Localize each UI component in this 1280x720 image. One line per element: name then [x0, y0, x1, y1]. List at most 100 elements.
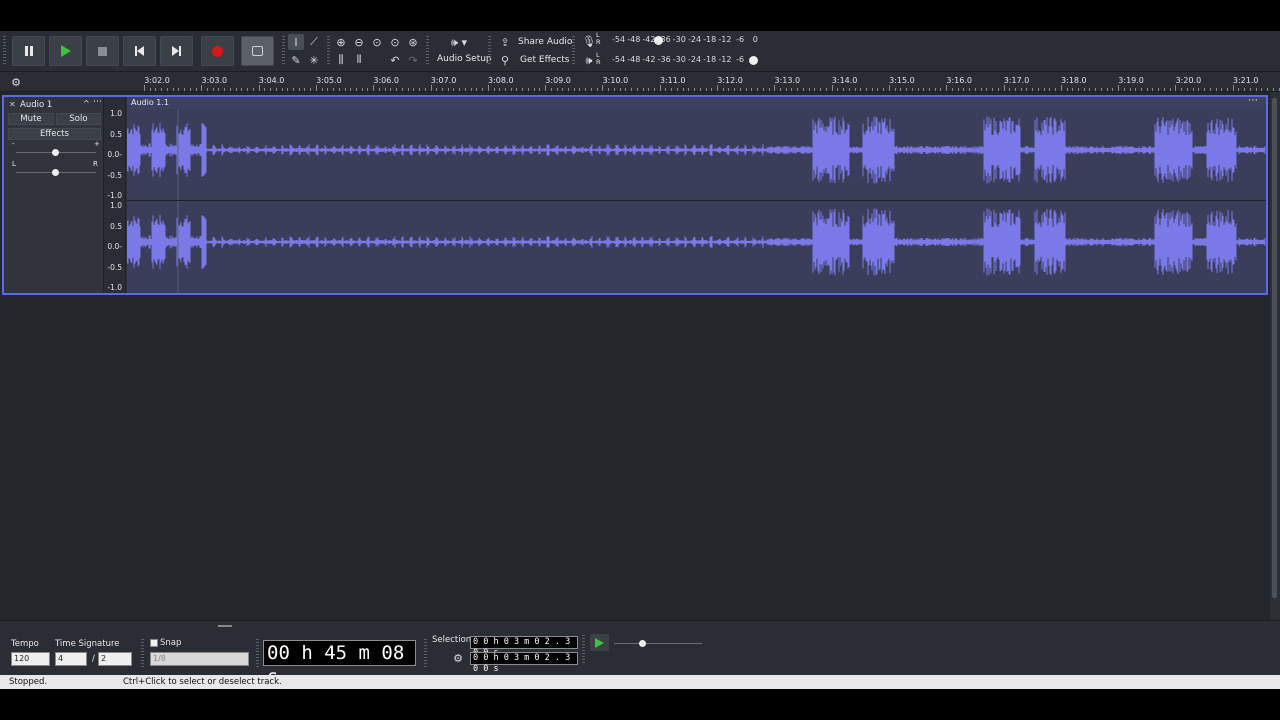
record-button[interactable] [201, 36, 234, 66]
ruler-tick-mark [659, 85, 661, 91]
fit-selection-icon[interactable]: ⊙ [369, 34, 385, 50]
gain-slider-thumb[interactable] [52, 149, 59, 156]
gain-minus-label: - [12, 140, 15, 148]
effects-button[interactable]: Effects [8, 128, 101, 140]
zoom-in-icon[interactable]: ⊕ [333, 34, 349, 50]
silence-audio-icon[interactable]: ⫴ [351, 52, 367, 68]
toolbar-grip[interactable] [488, 36, 491, 66]
ruler-tick-label: 3:04.0 [258, 76, 285, 85]
timeline-ruler[interactable]: ⚙ 3:02.0 3:03.0 3:04.0 3:05.0 3:06.0 3:07.0 3:… [0, 72, 1280, 92]
selection-tool-icon[interactable]: I [288, 34, 304, 50]
toolbar-grip[interactable] [572, 36, 575, 66]
toolbar-grip[interactable] [3, 36, 6, 66]
solo-button[interactable]: Solo [56, 113, 101, 125]
share-audio-icon: ⇪ [500, 35, 510, 49]
ruler-tick-mark [653, 88, 655, 91]
gain-slider[interactable] [16, 149, 96, 156]
get-effects-button[interactable]: Get Effects [520, 55, 570, 65]
recording-meter[interactable]: 🎙 LR -54 -48 -42 -36 -30 -24 -18 -12 -6 0 [581, 32, 761, 49]
recording-level-knob[interactable] [654, 36, 663, 45]
audio-setup-button[interactable]: Audio Setup [437, 54, 492, 64]
toolbar-grip[interactable] [327, 36, 330, 66]
ruler-tick-mark [1060, 85, 1062, 91]
scale-label: -1.0 [107, 283, 122, 292]
audio-setup-icon[interactable]: 🕪 ▾ [446, 35, 472, 51]
mute-button[interactable]: Mute [8, 113, 54, 125]
toolbar-grip[interactable] [141, 639, 144, 667]
undo-icon[interactable]: ↶ [387, 52, 403, 68]
track-name[interactable]: Audio 1 [20, 100, 52, 110]
share-audio-button[interactable]: Share Audio [518, 37, 572, 47]
ruler-tick-mark [1267, 88, 1269, 91]
skip-to-end-button[interactable] [160, 36, 193, 66]
selection-label: Selection [432, 635, 472, 645]
toolbar-grip[interactable] [282, 36, 285, 66]
ruler-tick-mark [619, 88, 621, 91]
ruler-tick-mark [1106, 88, 1108, 91]
play-at-speed-button[interactable] [590, 634, 609, 651]
tempo-input[interactable]: 120 [11, 652, 50, 666]
fit-project-icon[interactable]: ⊙ [387, 34, 403, 50]
time-signature-denominator[interactable]: 2 [98, 652, 132, 666]
playback-speed-thumb[interactable] [639, 640, 646, 647]
ruler-tick-mark [327, 88, 329, 91]
ruler-tick-mark [487, 85, 489, 91]
pan-slider[interactable] [16, 169, 96, 176]
snap-select[interactable]: 1/8 [150, 652, 249, 666]
waveform[interactable] [127, 97, 1266, 293]
multi-tool-icon[interactable]: ✳ [306, 52, 322, 68]
stop-button[interactable] [86, 36, 119, 66]
audio-track[interactable]: ✕ Audio 1 ^ ⋯ Mute Solo Effects - + L R … [2, 95, 1268, 295]
time-display[interactable]: 00 h 45 m 08 s [263, 640, 416, 688]
snap-checkbox[interactable] [150, 639, 158, 647]
pan-slider-thumb[interactable] [52, 169, 59, 176]
toolbar-grip[interactable] [256, 639, 259, 667]
time-signature-numerator[interactable]: 4 [55, 652, 87, 666]
amplitude-scale[interactable]: 1.0 0.5 0.0- -0.5 -1.0 1.0 0.5 0.0- -0.5… [104, 97, 126, 293]
redo-icon[interactable]: ↷ [405, 52, 421, 68]
snap-label: Snap [160, 638, 182, 648]
collapse-icon[interactable]: ^ [83, 99, 90, 108]
audio-clip[interactable]: Audio 1.1 ⋯ [127, 95, 1266, 293]
status-state: Stopped. [9, 677, 48, 687]
ruler-tick-mark [384, 88, 386, 91]
ruler-tick-mark [510, 88, 512, 91]
playback-speed-slider[interactable] [614, 640, 702, 647]
ruler-tick-mark [1204, 88, 1206, 91]
playback-meter[interactable]: 🕪 LR -54 -48 -42 -36 -30 -24 -18 -12 -6 [581, 52, 761, 69]
track-control-panel[interactable]: ✕ Audio 1 ^ ⋯ Mute Solo Effects - + L R [4, 97, 104, 293]
selection-start-field[interactable]: 0 0 h 0 3 m 0 2 . 3 0 0 s [470, 636, 578, 658]
trim-audio-icon[interactable]: ⫼ [333, 52, 349, 68]
selection-settings-icon[interactable]: ⚙ [450, 650, 466, 666]
ruler-tick-mark [292, 88, 294, 91]
selection-end-field[interactable]: 0 0 h 0 3 m 0 2 . 3 0 0 s [470, 652, 578, 674]
toolbar-grip[interactable] [424, 639, 427, 667]
panel-resize-handle[interactable] [218, 625, 232, 627]
scrollbar-thumb[interactable] [1272, 98, 1277, 598]
skip-to-start-button[interactable] [123, 36, 156, 66]
vertical-scrollbar[interactable] [1270, 92, 1280, 620]
channel-divider [127, 200, 1266, 201]
timeline-options-icon[interactable]: ⚙ [8, 74, 24, 90]
ruler-tick-mark [436, 88, 438, 91]
envelope-tool-icon[interactable]: ⟋ [306, 34, 322, 50]
ruler-tick-mark [699, 88, 701, 91]
toolbar-grip[interactable] [582, 635, 585, 665]
tracks-panel[interactable]: ✕ Audio 1 ^ ⋯ Mute Solo Effects - + L R … [0, 92, 1270, 620]
loop-button[interactable] [241, 36, 274, 66]
ruler-tick-mark [837, 88, 839, 91]
play-button[interactable] [49, 36, 82, 66]
ruler-tick-mark [390, 88, 392, 91]
pause-button[interactable] [12, 36, 45, 66]
zoom-out-icon[interactable]: ⊖ [351, 34, 367, 50]
draw-tool-icon[interactable]: ✎ [288, 52, 304, 68]
zoom-toggle-icon[interactable]: ⊛ [405, 34, 421, 50]
playback-level-knob[interactable] [749, 56, 758, 65]
track-menu-icon[interactable]: ⋯ [93, 97, 102, 107]
ruler-tick-mark [1032, 88, 1034, 91]
ruler-tick-mark [774, 85, 776, 91]
close-track-icon[interactable]: ✕ [9, 100, 16, 109]
ruler-tick-mark [648, 88, 650, 91]
ruler-tick-mark [1272, 88, 1274, 91]
toolbar-grip[interactable] [426, 36, 429, 66]
